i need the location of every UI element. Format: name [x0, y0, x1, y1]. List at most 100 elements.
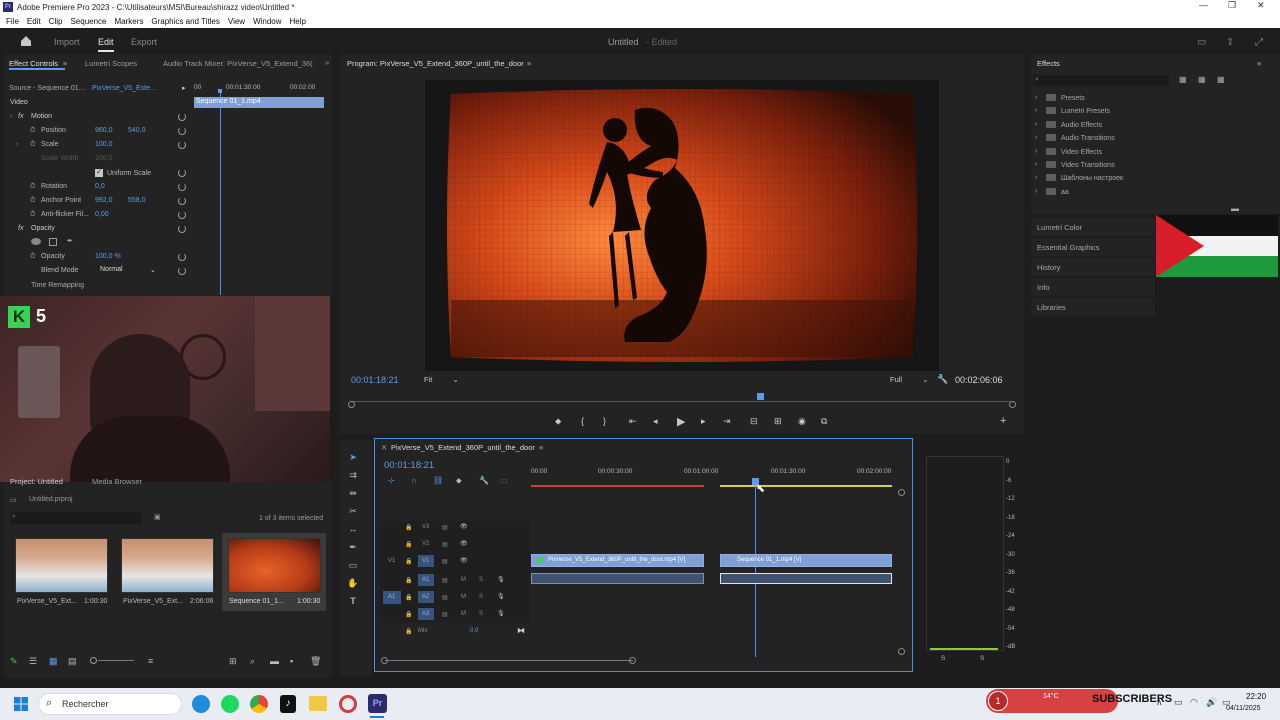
fullscreen-icon[interactable]: ⤢ — [1255, 37, 1263, 48]
solo-button[interactable]: S — [479, 611, 483, 617]
menu-clip[interactable]: Clip — [49, 17, 63, 26]
program-playhead[interactable] — [757, 393, 764, 400]
panel-menu-icon[interactable]: ≡ — [63, 59, 67, 68]
program-timecode[interactable]: 00:01:18:21 — [351, 375, 399, 385]
spotify-icon[interactable] — [221, 695, 239, 713]
side-panel-label[interactable]: History — [1037, 263, 1060, 272]
blend-reset-icon[interactable] — [178, 267, 186, 275]
freeform-view-icon[interactable]: ▤ — [68, 656, 77, 667]
position-y-value[interactable]: 540,0 — [128, 127, 146, 134]
v1-source-patch[interactable]: V1 — [388, 558, 395, 564]
side-panel-label[interactable]: Lumetri Color — [1037, 223, 1082, 232]
go-to-edit-icon[interactable]: ⧓ — [517, 626, 525, 635]
menu-sequence[interactable]: Sequence — [70, 17, 106, 26]
linked-selection-icon[interactable]: ⛓ — [433, 476, 443, 485]
sync-lock-icon[interactable]: ▤ — [442, 541, 448, 548]
tab-project[interactable]: Project: Untitled — [10, 477, 63, 486]
workspace-icon[interactable]: ▭ — [1197, 37, 1206, 48]
solo-button[interactable]: S — [479, 577, 483, 583]
project-thumb-3[interactable] — [228, 538, 321, 593]
position-reset-icon[interactable] — [178, 127, 186, 135]
source-clip-dropdown[interactable]: PixVerse_V5_Exte... — [92, 85, 156, 92]
stopwatch-icon[interactable]: ⏱ — [30, 141, 35, 149]
microphone-icon[interactable]: 🎙 — [497, 576, 505, 583]
panel-menu-icon[interactable]: ≡ — [1257, 59, 1261, 68]
compare-view-icon[interactable]: ⧉ — [821, 416, 827, 427]
timeline-clip-1[interactable]: PixVerse_V5_Extend_360P_until_the_door.m… — [531, 554, 704, 567]
32bit-effects-icon[interactable]: ▦ — [1198, 75, 1206, 84]
timeline-audio-clip-2[interactable] — [720, 573, 892, 584]
h-scroll-bar[interactable] — [385, 660, 633, 661]
volume-icon[interactable]: 🔊 — [1206, 697, 1217, 708]
new-bin-icon[interactable]: ▬ — [270, 656, 279, 666]
taskbar-search-box[interactable] — [38, 693, 182, 715]
chevron-right-icon[interactable]: › — [1035, 107, 1037, 114]
h-scroll-end[interactable] — [629, 657, 636, 664]
program-video-frame[interactable] — [425, 80, 939, 371]
lock-icon[interactable]: 🔒 — [405, 524, 412, 531]
tiktok-icon[interactable]: ♪ — [280, 695, 296, 713]
tab-media-browser[interactable]: Media Browser — [92, 477, 142, 486]
project-item-2-name[interactable]: PixVerse_V5_Ext... — [123, 598, 183, 605]
mute-button[interactable]: M — [461, 594, 466, 600]
import-tab[interactable]: Import — [54, 37, 80, 47]
hand-tool-icon[interactable]: ✋ — [346, 578, 360, 590]
tab-lumetri-scopes[interactable]: Lumetri Scopes — [85, 59, 137, 68]
type-tool-icon[interactable]: T — [346, 596, 360, 608]
solo-button[interactable]: S — [479, 594, 483, 600]
anchor-x-value[interactable]: 992,0 — [95, 197, 113, 204]
project-thumb-1[interactable] — [15, 538, 108, 593]
h-scroll-start[interactable] — [381, 657, 388, 664]
a1-source-patch[interactable]: A1 — [388, 594, 395, 600]
timeline-sequence-title[interactable]: PixVerse_V5_Extend_360P_until_the_door — [391, 443, 535, 452]
uniform-reset-icon[interactable] — [178, 169, 186, 177]
captions-icon[interactable]: ▭ — [500, 476, 508, 485]
timeline-timecode[interactable]: 00:01:18:21 — [384, 460, 434, 471]
quality-dropdown[interactable]: Full ⌄ — [890, 375, 928, 384]
new-bin-icon[interactable]: ▣ — [154, 513, 161, 521]
project-search-input[interactable] — [10, 512, 142, 524]
effects-folder-item[interactable]: › Presets — [1035, 94, 1085, 102]
pen-mask-icon[interactable]: ✒ — [67, 237, 73, 245]
panel-overflow-icon[interactable]: » — [325, 58, 329, 67]
new-folder-icon[interactable]: ▬ — [1231, 204, 1239, 213]
play-icon[interactable]: ▶ — [677, 415, 685, 428]
panel-menu-icon[interactable]: ≡ — [527, 59, 531, 68]
add-marker-icon[interactable]: ⬥ — [555, 416, 561, 427]
menu-window[interactable]: Window — [253, 17, 281, 26]
stopwatch-icon[interactable]: ⏱ — [30, 127, 35, 135]
position-x-value[interactable]: 960,0 — [95, 127, 113, 134]
sort-icon[interactable]: ≡ — [148, 656, 153, 666]
timeline-audio-clip-1[interactable] — [531, 573, 704, 584]
list-view-icon[interactable]: ☰ — [29, 656, 37, 667]
sync-lock-icon[interactable]: ▤ — [442, 524, 448, 531]
rectangle-tool-icon[interactable]: ▭ — [346, 560, 360, 572]
v-scroll-bottom[interactable] — [898, 648, 905, 655]
track-v1-label[interactable]: V1 — [422, 558, 429, 564]
mute-button[interactable]: M — [461, 611, 466, 617]
rotation-value[interactable]: 0,0 — [95, 183, 105, 190]
uniform-scale-checkbox[interactable]: ✓ — [95, 169, 103, 177]
edit-tab[interactable]: Edit — [98, 37, 114, 47]
project-thumb-2[interactable] — [121, 538, 214, 593]
minimize-button[interactable]: — — [1199, 0, 1208, 10]
chevron-right-icon[interactable]: › — [1035, 188, 1037, 195]
timeline-close-icon[interactable]: ✕ — [381, 443, 387, 452]
project-item-3-name[interactable]: Sequence 01_1... — [229, 598, 284, 605]
microphone-icon[interactable]: 🎙 — [497, 610, 505, 617]
trash-icon[interactable]: 🗑 — [310, 656, 321, 667]
antiflicker-value[interactable]: 0,00 — [95, 211, 109, 218]
share-icon[interactable]: ⇪ — [1226, 37, 1234, 48]
lock-icon[interactable]: 🔒 — [405, 611, 412, 618]
ellipse-mask-icon[interactable] — [31, 238, 41, 245]
anchor-y-value[interactable]: 558,0 — [128, 197, 146, 204]
side-panel-label[interactable]: Info — [1037, 283, 1050, 292]
lift-icon[interactable]: ⊟ — [750, 416, 758, 427]
sync-lock-icon[interactable]: ▤ — [442, 611, 448, 618]
mute-button[interactable]: M — [461, 577, 466, 583]
stopwatch-icon[interactable]: ⏱ — [30, 211, 35, 219]
lock-icon[interactable]: 🔒 — [405, 594, 412, 601]
export-tab[interactable]: Export — [131, 37, 157, 47]
mark-in-icon[interactable]: { — [581, 416, 584, 426]
snap-icon[interactable]: ∩ — [411, 476, 417, 485]
